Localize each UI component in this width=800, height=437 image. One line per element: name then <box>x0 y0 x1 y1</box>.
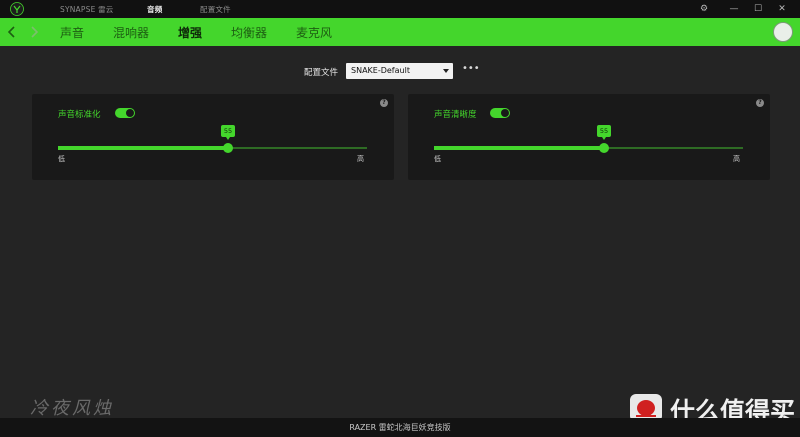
tab-mic[interactable]: 麦克风 <box>296 24 332 41</box>
help-icon[interactable]: ? <box>756 99 764 107</box>
toggle-knob <box>501 109 509 117</box>
device-name: RAZER 雷蛇北海巨妖竞技版 <box>349 423 451 432</box>
nav-bar: 声音 混响器 增强 均衡器 麦克风 <box>0 18 800 46</box>
avatar[interactable] <box>773 22 793 42</box>
help-icon[interactable]: ? <box>380 99 388 107</box>
profile-label: 配置文件 <box>304 68 339 78</box>
close-icon[interactable]: ✕ <box>776 3 788 15</box>
normalization-card: ? 声音标准化 55 低 高 <box>32 94 394 180</box>
slider-high-label: 高 <box>733 155 740 163</box>
minimize-icon[interactable]: — <box>728 3 740 15</box>
chevron-down-icon <box>443 69 449 73</box>
tab-equalizer[interactable]: 均衡器 <box>231 24 267 41</box>
logo-bar <box>636 415 656 417</box>
slider-low-label: 低 <box>58 155 65 163</box>
toggle-knob <box>126 109 134 117</box>
back-arrow-icon[interactable] <box>6 24 18 40</box>
clarity-card: ? 声音清晰度 55 低 高 <box>408 94 770 180</box>
normalization-title: 声音标准化 <box>58 110 101 120</box>
slider-thumb[interactable] <box>223 143 233 153</box>
profile-selected-value: SNAKE-Default <box>351 66 410 75</box>
top-tab-audio[interactable]: 音频 <box>147 4 162 15</box>
top-tab-profiles[interactable]: 配置文件 <box>200 4 231 15</box>
slider-value-bubble: 55 <box>221 125 235 140</box>
slider-thumb[interactable] <box>599 143 609 153</box>
title-bar: SYNAPSE 雷云 音频 配置文件 ⚙ — ☐ ✕ <box>0 0 800 18</box>
tab-mixer[interactable]: 混响器 <box>113 24 149 41</box>
normalization-slider[interactable]: 55 <box>58 125 367 153</box>
maximize-icon[interactable]: ☐ <box>752 3 764 15</box>
slider-fill <box>58 146 228 150</box>
slider-low-label: 低 <box>434 155 441 163</box>
author-watermark: 冷夜风烛 <box>30 398 114 419</box>
clarity-title: 声音清晰度 <box>434 110 477 120</box>
razer-logo-icon[interactable] <box>10 2 24 16</box>
forward-arrow-icon[interactable] <box>28 24 40 40</box>
clarity-toggle[interactable] <box>490 108 510 118</box>
logo-circle <box>637 400 655 416</box>
slider-fill <box>434 146 604 150</box>
normalization-toggle[interactable] <box>115 108 135 118</box>
tab-sound[interactable]: 声音 <box>60 24 84 41</box>
slider-high-label: 高 <box>357 155 364 163</box>
top-tab-synapse[interactable]: SYNAPSE 雷云 <box>60 4 114 15</box>
profile-dropdown[interactable]: SNAKE-Default <box>346 63 453 79</box>
tab-enhancement[interactable]: 增强 <box>178 24 202 41</box>
clarity-slider[interactable]: 55 <box>434 125 743 153</box>
gear-icon[interactable]: ⚙ <box>698 3 710 15</box>
slider-value-bubble: 55 <box>597 125 611 140</box>
more-options-button[interactable]: ••• <box>462 63 480 74</box>
status-footer: RAZER 雷蛇北海巨妖竞技版 <box>0 418 800 437</box>
